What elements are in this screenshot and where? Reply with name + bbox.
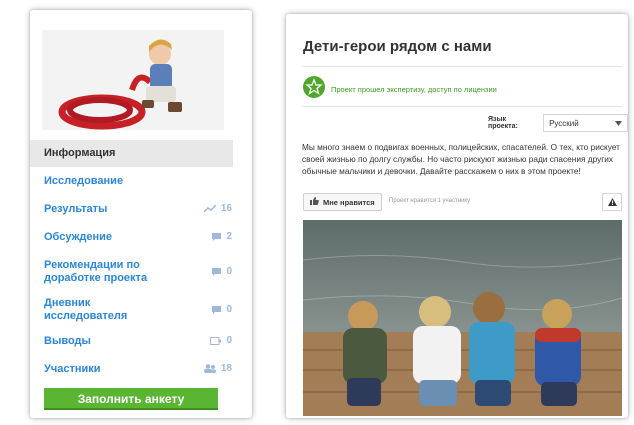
sidebar-item-information[interactable]: Информация [30,140,233,167]
results-count: 16 [220,203,232,214]
fill-questionnaire-button[interactable]: Заполнить анкету [44,388,218,410]
sidebar-item-researcher-diary[interactable]: Дневник исследователя 0 [30,297,252,323]
approval-status-text: Проект прошел экспертизу, доступ по лице… [331,85,497,94]
divider [303,66,622,67]
sidebar-item-discussion[interactable]: Обсуждение 2 [30,231,252,244]
discussion-count: 2 [226,231,232,242]
like-count-note: Проект нравится 1 участнику [389,198,471,204]
hero-photo-boy-with-fire-hose [42,30,224,130]
sidebar-item-conclusions[interactable]: Выводы 0 [30,335,252,348]
sidebar-item-label: Участники [44,363,101,375]
chevron-down-icon [615,119,622,128]
thumbs-up-icon [310,197,319,207]
approved-badge-icon [303,76,325,103]
sidebar-item-label: Выводы [44,335,91,347]
sidebar-item-results[interactable]: Результаты 16 [30,203,252,216]
language-value: Русский [549,118,579,128]
page-title: Дети-герои рядом с нами [303,38,492,55]
sidebar-item-recommendations[interactable]: Рекомендации по доработке проекта 0 [30,259,252,285]
sidebar-item-participants[interactable]: Участники 18 [30,363,252,376]
participants-count: 18 [220,363,232,374]
language-select[interactable]: Русский [543,114,628,132]
report-button[interactable] [602,193,622,211]
warning-icon [607,193,617,211]
like-button[interactable]: Мне нравится [303,193,382,211]
language-row: Язык проекта: Русский [488,114,628,132]
sidebar-item-label: Рекомендации по доработке проекта [44,259,148,284]
sidebar-item-label: Обсуждение [44,231,112,243]
comment-icon [212,232,222,241]
sidebar-item-label: Результаты [44,203,108,215]
sidebar-item-label: Дневник исследователя [44,297,128,322]
diary-count: 0 [226,304,232,315]
recommendations-count: 0 [226,266,232,277]
conclusions-count: 0 [226,335,232,346]
divider [303,106,622,107]
people-icon [203,364,216,373]
battery-icon [210,336,222,345]
comment-icon [212,305,222,314]
language-label: Язык проекта: [488,116,518,130]
project-card: Дети-герои рядом с нами Проект прошел эк… [286,14,628,418]
sidebar-item-research[interactable]: Исследование [30,175,123,188]
project-photo-children-on-pier [303,220,622,416]
project-description: Мы много знаем о подвигах военных, полиц… [302,142,620,176]
like-label: Мне нравится [323,197,375,207]
sidebar-item-label: Информация [44,147,116,159]
project-sidebar: Информация Исследование Результаты 16 Об… [30,10,252,418]
chart-icon [203,204,216,213]
sidebar-item-label: Исследование [44,175,124,187]
approval-banner: Проект прошел экспертизу, доступ по лице… [303,76,497,103]
comment-icon [212,267,222,276]
